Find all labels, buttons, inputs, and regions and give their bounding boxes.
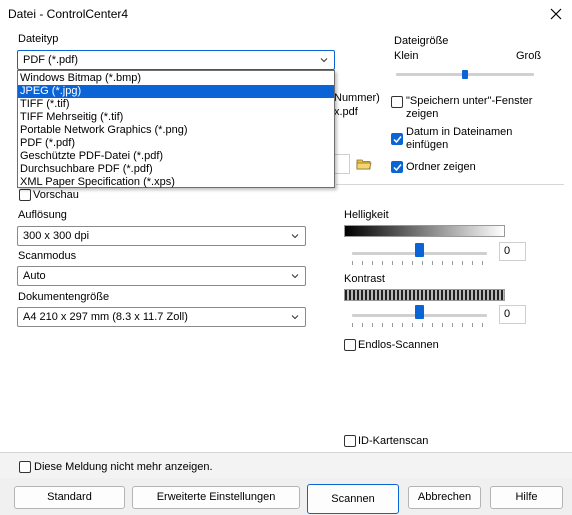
dont-show-checkbox[interactable] (19, 461, 31, 473)
dont-show-label: Diese Meldung nicht mehr anzeigen. (34, 461, 213, 473)
file-type-option[interactable]: Portable Network Graphics (*.png) (18, 124, 334, 137)
file-type-label: Dateityp (18, 33, 59, 45)
chevron-down-icon (291, 315, 299, 320)
save-as-window-label-line1: "Speichern unter"-Fenster (406, 95, 533, 107)
file-type-option[interactable]: JPEG (*.jpg) (18, 85, 334, 98)
filename-ext-partial-text: x.pdf (334, 106, 358, 118)
file-size-max-label: Groß (516, 50, 542, 62)
close-button[interactable] (545, 3, 567, 25)
file-type-option[interactable]: XML Paper Specification (*.xps) (18, 176, 334, 189)
title-bar: Datei - ControlCenter4 (0, 0, 572, 30)
id-card-scan-label: ID-Kartenscan (358, 435, 429, 447)
close-icon (550, 8, 562, 20)
section-divider (336, 184, 564, 185)
scan-mode-value: Auto (23, 270, 46, 282)
resolution-value: 300 x 300 dpi (23, 230, 90, 242)
chevron-down-icon (320, 58, 328, 63)
continuous-scan-label: Endlos-Scannen (358, 339, 439, 351)
advanced-settings-button[interactable]: Erweiterte Einstellungen (132, 486, 300, 509)
id-card-scan-checkbox[interactable] (344, 435, 356, 447)
date-in-filename-label: Datum in Dateinamen einfügen (406, 126, 512, 152)
document-size-select[interactable]: A4 210 x 297 mm (8.3 x 11.7 Zoll) (17, 307, 306, 327)
file-type-select[interactable]: PDF (*.pdf) (17, 50, 335, 70)
save-as-window-label: "Speichern unter"-Fenster zeigen (406, 95, 532, 121)
folder-icon (356, 159, 372, 170)
contrast-pattern-bar (344, 289, 505, 301)
scan-mode-label: Scanmodus (18, 250, 77, 262)
show-folder-checkbox[interactable] (391, 161, 403, 173)
footer-divider (0, 452, 572, 453)
resolution-select[interactable]: 300 x 300 dpi (17, 226, 306, 246)
resolution-label: Auflösung (18, 209, 67, 221)
brightness-value-field[interactable]: 0 (499, 242, 526, 261)
brightness-tick-marks (352, 261, 487, 265)
contrast-tick-marks (352, 323, 487, 327)
contrast-value-field[interactable]: 0 (499, 305, 526, 324)
file-type-selected: PDF (*.pdf) (23, 54, 79, 66)
file-type-option[interactable]: TIFF Mehrseitig (*.tif) (18, 111, 334, 124)
file-type-option[interactable]: Durchsuchbare PDF (*.pdf) (18, 163, 334, 176)
scan-button[interactable]: Scannen (307, 484, 399, 514)
continuous-scan-checkbox[interactable] (344, 339, 356, 351)
date-in-filename-label-line1: Datum in Dateinamen (406, 126, 513, 138)
check-icon (393, 136, 402, 144)
preview-label: Vorschau (33, 189, 79, 201)
brightness-gradient-bar (344, 225, 505, 237)
show-folder-label: Ordner zeigen (406, 161, 476, 173)
file-type-option[interactable]: TIFF (*.tif) (18, 98, 334, 111)
cancel-button[interactable]: Abbrechen (408, 486, 481, 509)
check-icon (393, 164, 402, 172)
scan-mode-select[interactable]: Auto (17, 266, 306, 286)
contrast-label: Kontrast (344, 273, 385, 285)
file-size-slider-thumb[interactable] (462, 70, 468, 79)
preview-checkbox[interactable] (19, 189, 31, 201)
save-as-window-checkbox[interactable] (391, 96, 403, 108)
file-type-option[interactable]: Geschützte PDF-Datei (*.pdf) (18, 150, 334, 163)
file-type-option[interactable]: PDF (*.pdf) (18, 137, 334, 150)
save-as-window-label-line2: zeigen (406, 108, 439, 120)
date-in-filename-checkbox[interactable] (391, 133, 403, 145)
file-size-min-label: Klein (394, 50, 419, 62)
folder-browse-button[interactable] (356, 157, 372, 171)
file-type-dropdown-list[interactable]: Windows Bitmap (*.bmp) JPEG (*.jpg) TIFF (… (17, 70, 335, 188)
help-button[interactable]: Hilfe (490, 486, 563, 509)
brightness-slider-thumb[interactable] (415, 243, 424, 257)
brightness-label: Helligkeit (344, 209, 389, 221)
chevron-down-icon (291, 274, 299, 279)
filename-partial-text: Nummer) (334, 92, 380, 104)
document-size-label: Dokumentengröße (18, 291, 110, 303)
contrast-slider-thumb[interactable] (415, 305, 424, 319)
file-type-option[interactable]: Windows Bitmap (*.bmp) (18, 72, 334, 85)
date-in-filename-label-line2: einfügen (406, 139, 449, 151)
standard-button[interactable]: Standard (14, 486, 125, 509)
document-size-value: A4 210 x 297 mm (8.3 x 11.7 Zoll) (23, 311, 188, 323)
file-size-label: Dateigröße (394, 35, 449, 47)
window-title: Datei - ControlCenter4 (8, 7, 129, 21)
chevron-down-icon (291, 234, 299, 239)
